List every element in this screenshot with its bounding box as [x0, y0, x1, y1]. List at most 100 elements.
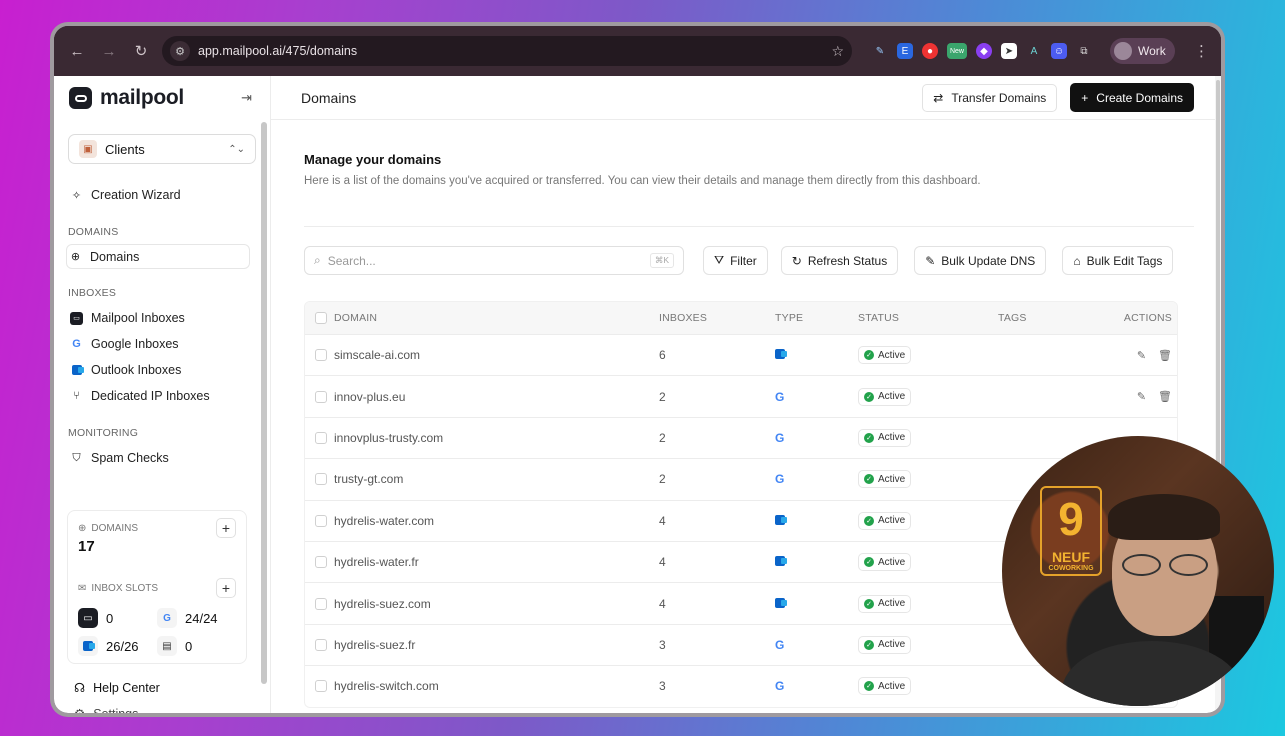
col-type[interactable]: TYPE — [775, 312, 858, 324]
row-checkbox[interactable] — [315, 638, 327, 651]
status-cell: ✓ Active — [858, 553, 998, 572]
site-settings-icon[interactable]: ⚙ — [170, 41, 190, 61]
client-selector[interactable]: ▣ Clients ⌃⌄ — [68, 134, 256, 164]
table-row[interactable]: simscale-ai.com 6 ✓ Active ✎ 🗑 — [305, 334, 1177, 375]
domain-name[interactable]: hydrelis-suez.fr — [334, 638, 659, 652]
browser-menu-icon[interactable]: ⋮ — [1194, 42, 1209, 60]
search-icon: ⌕ — [314, 253, 321, 267]
help-center-link[interactable]: ☊ Help Center — [74, 680, 160, 696]
usage-card: ⊕ DOMAINS + 17 ✉ INBOX SLOTS + ▭ 0 G 24/… — [67, 510, 247, 664]
chat-extension-icon[interactable]: ☺ — [1051, 43, 1067, 59]
check-icon: ✓ — [864, 557, 874, 568]
purple-extension-icon[interactable]: ◆ — [976, 43, 992, 59]
row-checkbox[interactable] — [315, 473, 327, 486]
slots-grid: ▭ 0 G 24/24 26/26 ▤ 0 — [78, 608, 236, 656]
sidebar-item-label: Mailpool Inboxes — [91, 311, 185, 325]
row-checkbox[interactable] — [315, 514, 327, 527]
search-input[interactable]: ⌕ Search... ⌘K — [304, 246, 684, 275]
table-header: DOMAIN INBOXES TYPE STATUS TAGS ACTIONS — [305, 302, 1177, 334]
transfer-label: Transfer Domains — [951, 90, 1047, 105]
add-slots-button[interactable]: + — [216, 578, 236, 598]
back-icon[interactable]: ← — [66, 40, 88, 62]
slot-value: 0 — [185, 638, 193, 654]
col-status[interactable]: STATUS — [858, 312, 998, 324]
puzzle-extensions-icon[interactable]: ⧉ — [1076, 43, 1092, 59]
slot-value: 24/24 — [185, 610, 218, 626]
slot-value: 26/26 — [106, 638, 139, 654]
section-monitoring: MONITORING — [68, 427, 139, 439]
add-domain-button[interactable]: + — [216, 518, 236, 538]
sidebar-item-mailpool-inboxes[interactable]: ▭ Mailpool Inboxes — [68, 305, 256, 331]
select-all-checkbox[interactable] — [315, 312, 327, 324]
row-checkbox[interactable] — [315, 556, 327, 569]
sidebar-item-label: Outlook Inboxes — [91, 363, 182, 377]
network-icon: ⑂ — [73, 390, 80, 402]
a-extension-icon[interactable]: A — [1026, 43, 1042, 59]
edit-icon[interactable]: ✎ — [1137, 349, 1146, 362]
row-checkbox[interactable] — [315, 349, 327, 362]
check-icon: ✓ — [864, 474, 874, 485]
row-checkbox[interactable] — [315, 680, 327, 693]
col-inboxes[interactable]: INBOXES — [659, 312, 775, 324]
domain-name[interactable]: innovplus-trusty.com — [334, 431, 659, 445]
new-extension-icon[interactable]: New — [947, 43, 967, 59]
pencil-icon: ✎ — [925, 253, 936, 268]
trash-icon[interactable]: 🗑 — [1158, 390, 1172, 403]
sidebar-item-creation-wizard[interactable]: ✧ Creation Wizard — [68, 182, 256, 208]
bookmark-star-icon[interactable]: ☆ — [831, 43, 844, 60]
domain-name[interactable]: hydrelis-water.com — [334, 514, 659, 528]
type-cell: G — [775, 679, 858, 693]
table-row[interactable]: innov-plus.eu 2 G ✓ Active ✎ 🗑 — [305, 375, 1177, 416]
google-icon: G — [157, 608, 177, 628]
type-cell — [775, 555, 858, 569]
sidebar-item-outlook-inboxes[interactable]: Outlook Inboxes — [68, 357, 256, 383]
transfer-domains-button[interactable]: ⇄ Transfer Domains — [922, 83, 1058, 112]
row-checkbox[interactable] — [315, 597, 327, 610]
pen-extension-icon[interactable]: ✎ — [872, 43, 888, 59]
filter-button[interactable]: ⛛ Filter — [703, 246, 768, 275]
type-cell: G — [775, 390, 858, 404]
address-bar[interactable]: ⚙ app.mailpool.ai/475/domains ☆ — [162, 36, 852, 66]
sign-text: NEUF — [1051, 549, 1091, 565]
bulk-edit-tags-button[interactable]: ⌂ Bulk Edit Tags — [1062, 246, 1174, 275]
collapse-sidebar-icon[interactable]: ⇥ — [241, 90, 252, 106]
domain-name[interactable]: simscale-ai.com — [334, 348, 659, 362]
bulk-update-dns-button[interactable]: ✎ Bulk Update DNS — [914, 246, 1047, 275]
trash-icon[interactable]: 🗑 — [1158, 349, 1172, 362]
col-tags[interactable]: TAGS — [998, 312, 1098, 324]
col-domain[interactable]: DOMAIN — [334, 312, 659, 324]
google-icon: G — [72, 338, 81, 350]
forward-icon[interactable]: → — [98, 40, 120, 62]
domains-stat-label: DOMAINS — [91, 522, 139, 534]
slot-outlook: 26/26 — [78, 636, 157, 656]
outlook-icon — [775, 556, 787, 567]
sidebar-item-domains[interactable]: ⊕ Domains — [66, 244, 250, 269]
domain-name[interactable]: trusty-gt.com — [334, 472, 659, 486]
outlook-icon — [775, 349, 787, 360]
table-row[interactable]: innovplus-trusty.com 2 G ✓ Active — [305, 416, 1177, 458]
row-checkbox[interactable] — [315, 390, 327, 403]
sidebar-item-dedicated-ip-inboxes[interactable]: ⑂ Dedicated IP Inboxes — [68, 383, 256, 409]
domain-name[interactable]: innov-plus.eu — [334, 390, 659, 404]
sidebar-item-spam-checks[interactable]: ⛉ Spam Checks — [68, 445, 256, 471]
domain-name[interactable]: hydrelis-switch.com — [334, 679, 659, 693]
blue-extension-icon[interactable]: E — [897, 43, 913, 59]
avatar — [1114, 42, 1132, 60]
refresh-status-button[interactable]: ↻ Refresh Status — [780, 246, 899, 275]
create-domains-button[interactable]: + Create Domains — [1070, 83, 1194, 112]
row-checkbox[interactable] — [315, 431, 327, 444]
sidebar-scrollbar[interactable] — [261, 122, 267, 684]
chevron-updown-icon: ⌃⌄ — [228, 143, 245, 155]
domain-name[interactable]: hydrelis-water.fr — [334, 555, 659, 569]
profile-chip[interactable]: Work — [1110, 38, 1175, 64]
reload-icon[interactable]: ↻ — [130, 40, 152, 62]
status-cell: ✓ Active — [858, 677, 998, 696]
pokeball-extension-icon[interactable]: ● — [922, 43, 938, 59]
edit-icon[interactable]: ✎ — [1137, 390, 1146, 403]
send-extension-icon[interactable]: ➤ — [1001, 43, 1017, 59]
settings-link[interactable]: ⚙ Settings — [74, 706, 138, 714]
sidebar-item-google-inboxes[interactable]: G Google Inboxes — [68, 331, 256, 357]
slot-other: ▤ 0 — [157, 636, 236, 656]
domain-name[interactable]: hydrelis-suez.com — [334, 597, 659, 611]
inbox-count: 6 — [659, 348, 666, 363]
